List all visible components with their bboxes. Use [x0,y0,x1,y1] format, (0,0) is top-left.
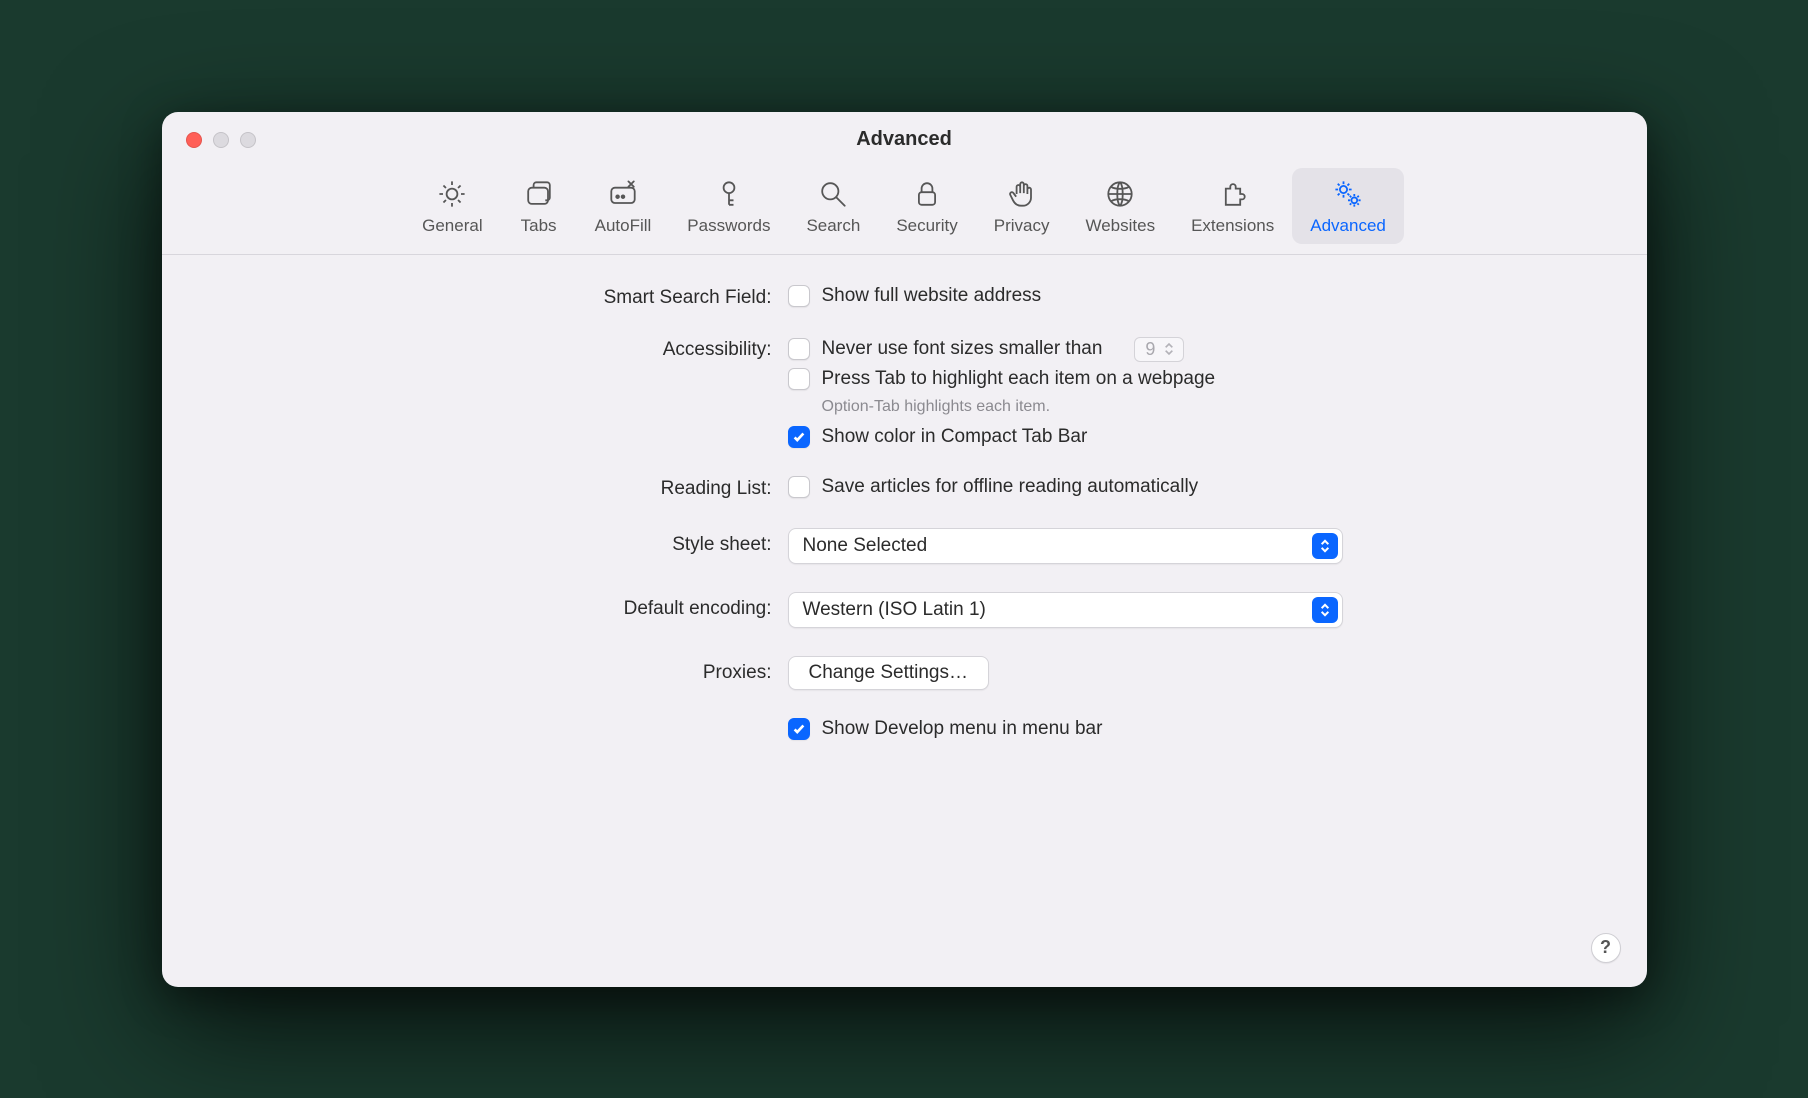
chevron-updown-icon [1161,342,1177,356]
option-label: Never use font sizes smaller than [822,338,1103,360]
window-title: Advanced [856,128,952,151]
smart-search-label: Smart Search Field: [232,285,772,309]
default-encoding-label: Default encoding: [232,592,772,620]
minimize-window-button[interactable] [213,132,229,148]
tab-label: Websites [1085,216,1155,236]
checkbox[interactable] [788,476,810,498]
chevron-updown-icon [1312,597,1338,623]
autofill-icon [603,174,643,214]
option-label: Show full website address [822,285,1042,307]
tab-label: Security [896,216,957,236]
tab-label: General [422,216,482,236]
default-encoding-select[interactable]: Western (ISO Latin 1) [788,592,1343,628]
tab-advanced[interactable]: Advanced [1292,168,1404,244]
tab-label: Advanced [1310,216,1386,236]
select-value: None Selected [803,535,928,557]
save-offline-option[interactable]: Save articles for offline reading automa… [788,476,1199,498]
show-develop-option[interactable]: Show Develop menu in menu bar [788,718,1103,740]
accessibility-label: Accessibility: [232,337,772,361]
titlebar: Advanced [162,112,1647,168]
key-icon [709,174,749,214]
tab-tabs[interactable]: Tabs [501,168,577,244]
checkbox[interactable] [788,426,810,448]
tab-label: Search [806,216,860,236]
tab-search[interactable]: Search [788,168,878,244]
tab-privacy[interactable]: Privacy [976,168,1068,244]
press-tab-hint: Option-Tab highlights each item. [822,398,1051,416]
preferences-toolbar: General Tabs AutoFill Passwords Search [162,168,1647,255]
puzzle-icon [1213,174,1253,214]
option-label: Show color in Compact Tab Bar [822,426,1088,448]
change-settings-button[interactable]: Change Settings… [788,656,990,690]
option-label: Show Develop menu in menu bar [822,718,1103,740]
checkbox[interactable] [788,368,810,390]
checkbox[interactable] [788,338,810,360]
hand-icon [1002,174,1042,214]
tab-label: Extensions [1191,216,1274,236]
tabs-icon [519,174,559,214]
option-label: Press Tab to highlight each item on a we… [822,368,1216,390]
help-button[interactable]: ? [1591,933,1621,963]
chevron-updown-icon [1312,533,1338,559]
checkbox[interactable] [788,285,810,307]
tab-passwords[interactable]: Passwords [669,168,788,244]
show-full-address-option[interactable]: Show full website address [788,285,1042,307]
tab-extensions[interactable]: Extensions [1173,168,1292,244]
min-font-stepper[interactable]: 9 [1134,337,1184,362]
tab-general[interactable]: General [404,168,500,244]
lock-icon [907,174,947,214]
tab-label: Privacy [994,216,1050,236]
checkbox[interactable] [788,718,810,740]
press-tab-option[interactable]: Press Tab to highlight each item on a we… [788,368,1216,390]
proxies-label: Proxies: [232,656,772,684]
style-sheet-label: Style sheet: [232,528,772,556]
tab-websites[interactable]: Websites [1067,168,1173,244]
magnifier-icon [813,174,853,214]
tab-label: AutoFill [595,216,652,236]
compact-color-option[interactable]: Show color in Compact Tab Bar [788,426,1088,448]
gear-icon [432,174,472,214]
min-font-option[interactable]: Never use font sizes smaller than 9 [788,337,1185,362]
tab-label: Tabs [521,216,557,236]
style-sheet-select[interactable]: None Selected [788,528,1343,564]
gears-icon [1328,174,1368,214]
preferences-window: Advanced General Tabs AutoFill Passwords [162,112,1647,987]
content-area: Smart Search Field: Show full website ad… [162,255,1647,766]
tab-label: Passwords [687,216,770,236]
option-label: Save articles for offline reading automa… [822,476,1199,498]
zoom-window-button[interactable] [240,132,256,148]
stepper-value: 9 [1145,339,1155,360]
close-window-button[interactable] [186,132,202,148]
tab-autofill[interactable]: AutoFill [577,168,670,244]
globe-icon [1100,174,1140,214]
reading-list-label: Reading List: [232,476,772,500]
select-value: Western (ISO Latin 1) [803,599,986,621]
tab-security[interactable]: Security [878,168,975,244]
window-controls [186,132,256,148]
